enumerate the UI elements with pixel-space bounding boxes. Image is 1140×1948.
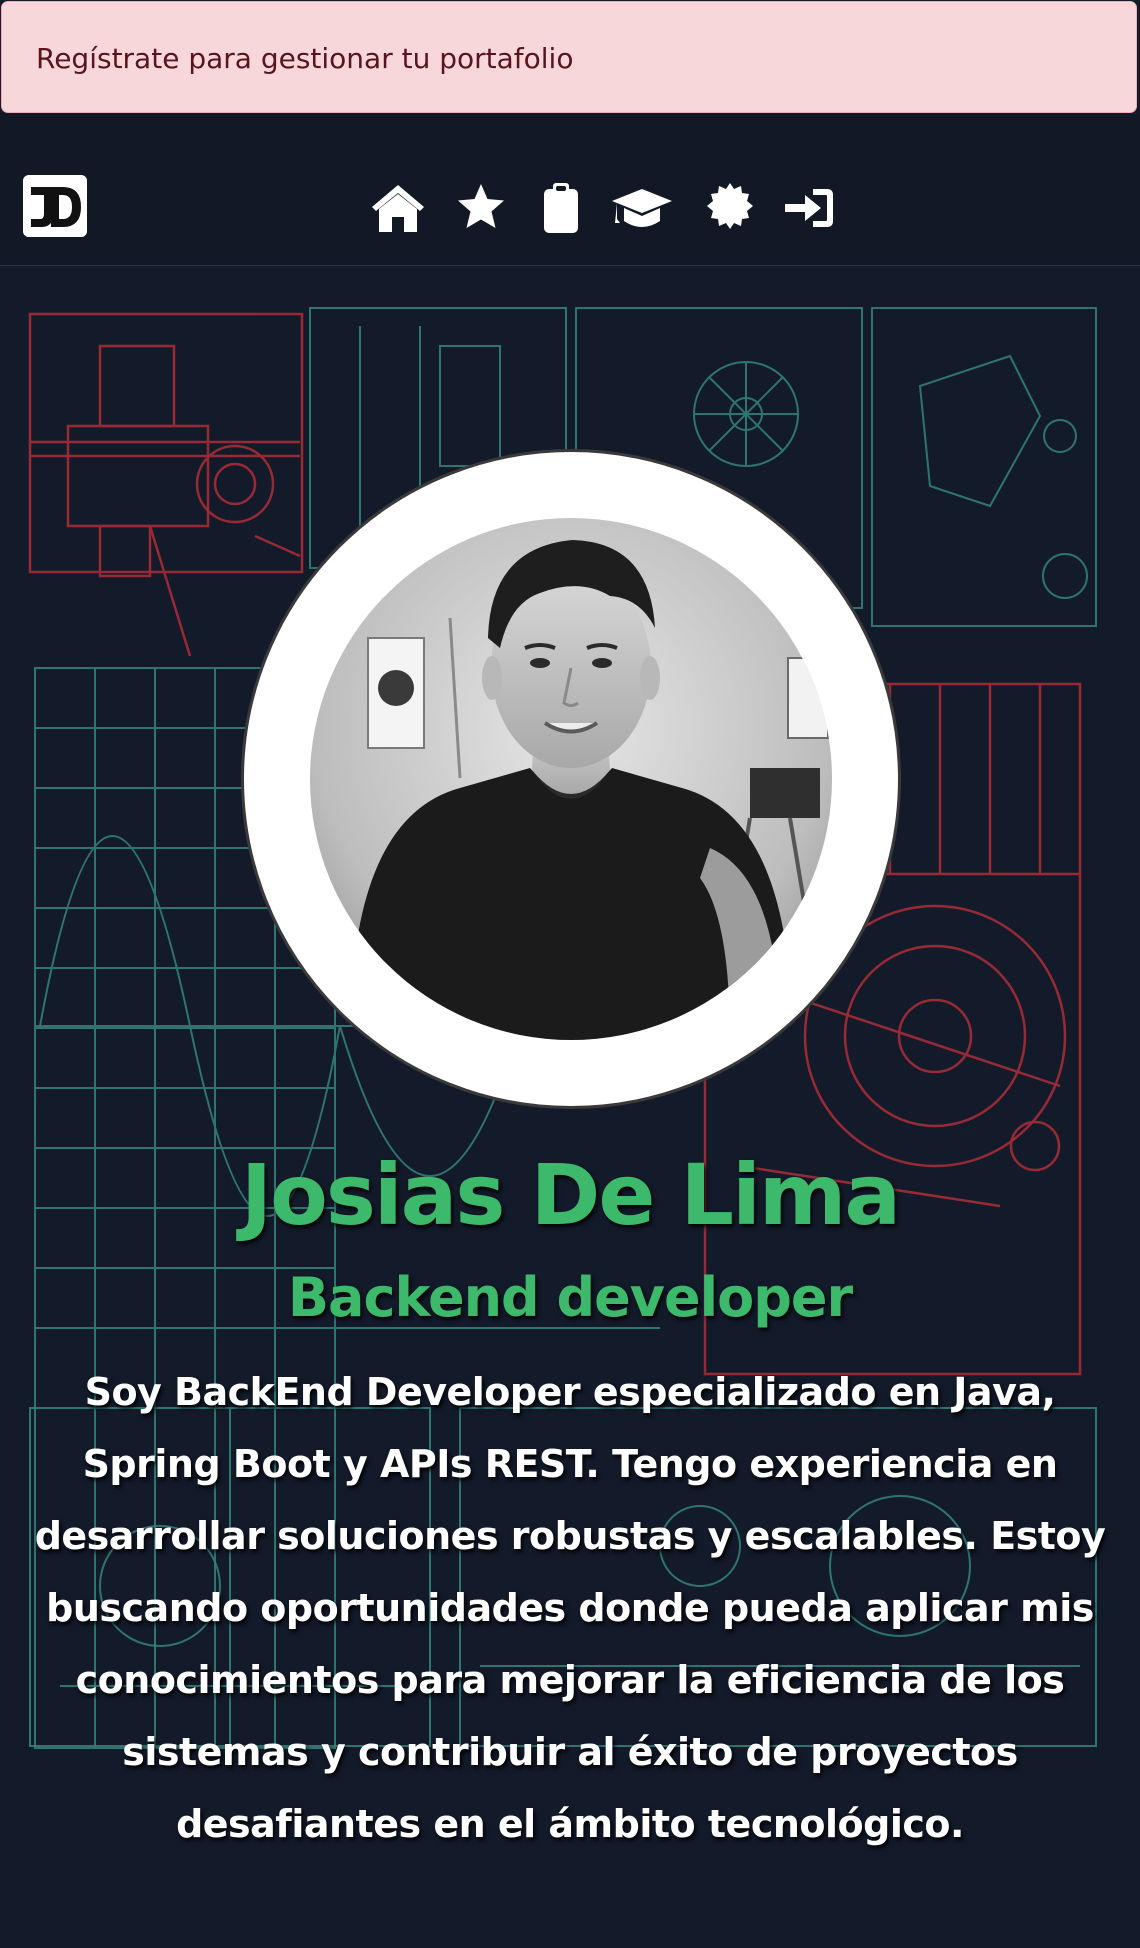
home-icon[interactable] — [369, 179, 427, 237]
login-icon[interactable] — [783, 179, 837, 237]
graduation-cap-icon[interactable] — [611, 179, 673, 237]
hero-name: Josias De Lima — [240, 1146, 901, 1244]
navbar — [0, 114, 1140, 266]
star-icon[interactable] — [455, 179, 507, 237]
nav-icon-group — [369, 179, 839, 237]
jd-logo[interactable] — [23, 175, 87, 237]
portfolio-page: Regístrate para gestionar tu portafolio — [0, 0, 1140, 1948]
clipboard-icon[interactable] — [541, 179, 581, 237]
hero-section: Josias De Lima Backend developer Soy Bac… — [0, 266, 1140, 1906]
register-alert: Regístrate para gestionar tu portafolio — [1, 1, 1137, 113]
certificate-icon[interactable] — [703, 179, 757, 237]
hero-role: Backend developer — [287, 1266, 853, 1329]
profile-photo — [310, 518, 832, 1040]
profile-avatar — [241, 449, 901, 1109]
hero-bio: Soy BackEnd Developer especializado en J… — [34, 1370, 1106, 1846]
register-alert-text: Regístrate para gestionar tu portafolio — [36, 42, 574, 75]
